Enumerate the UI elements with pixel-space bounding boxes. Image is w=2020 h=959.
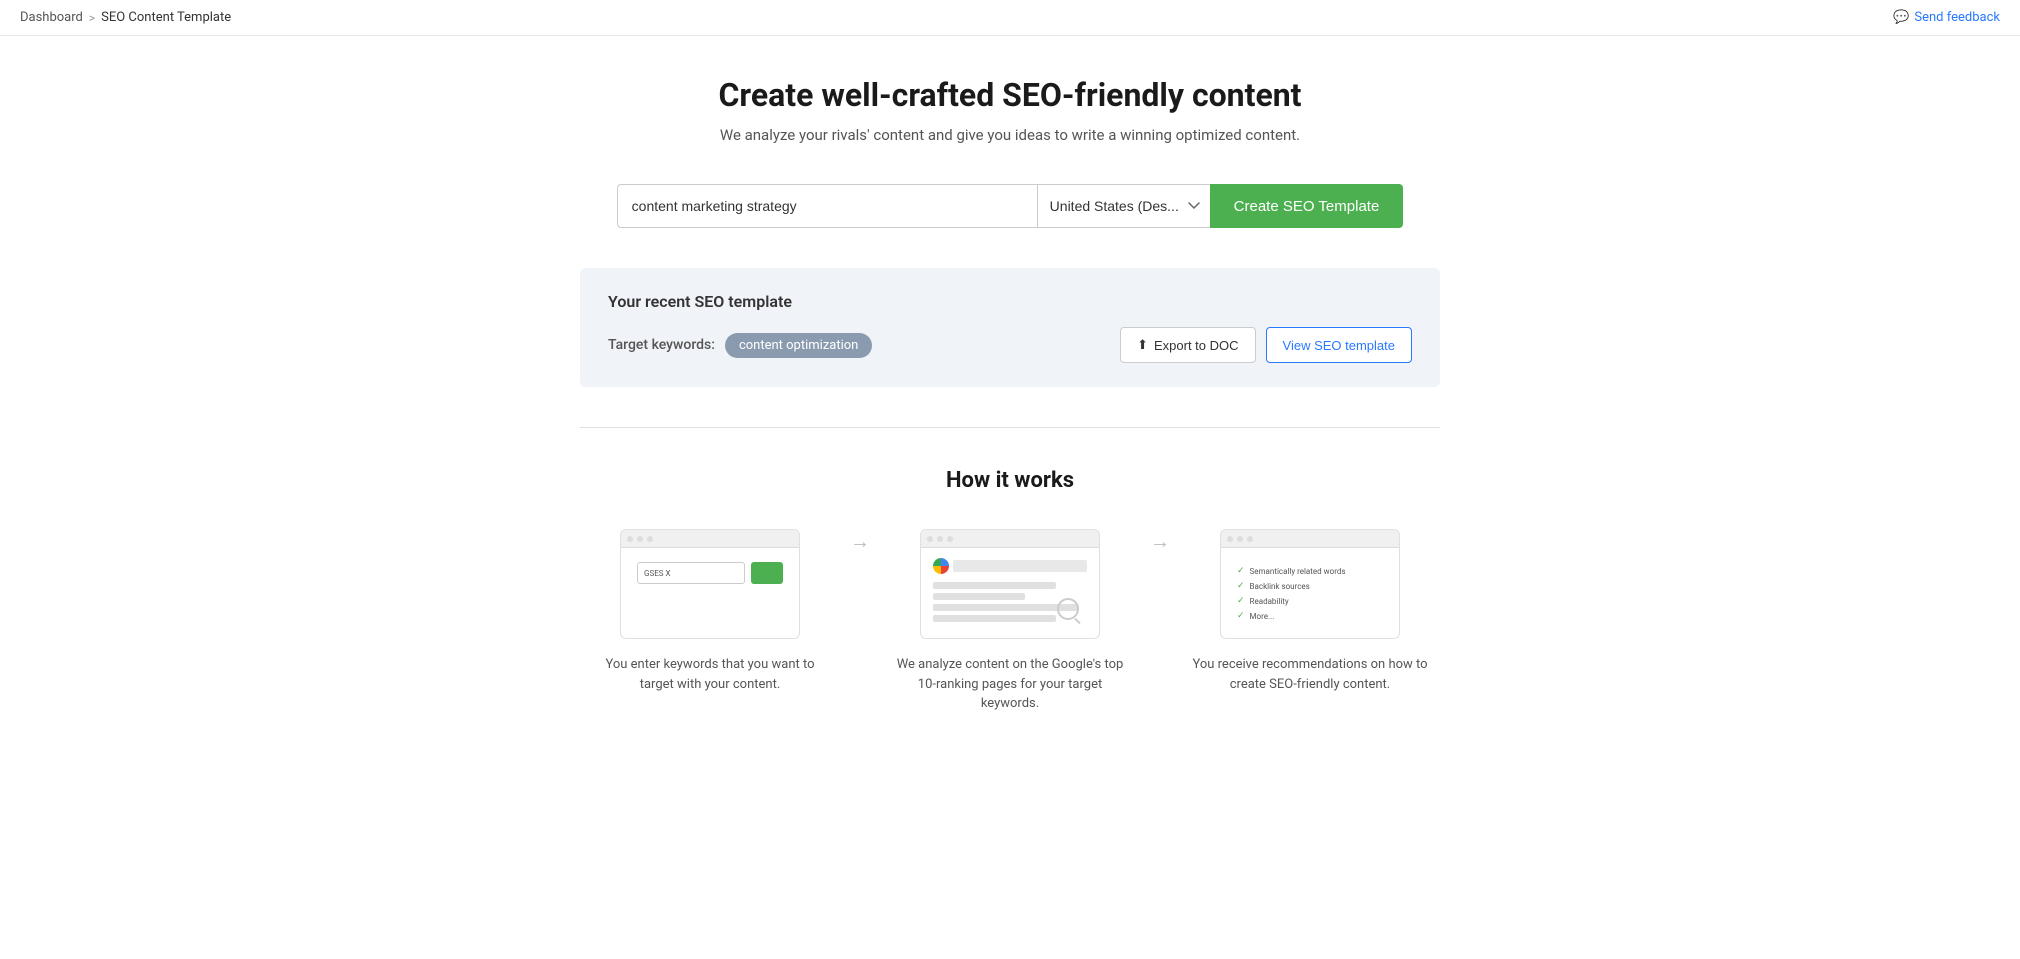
step-arrow-1: →: [840, 529, 880, 614]
create-seo-template-button[interactable]: Create SEO Template: [1210, 184, 1404, 228]
result-line-4: [933, 615, 1056, 622]
step-3-text: You receive recommendations on how to cr…: [1180, 655, 1440, 694]
check-label-4: More...: [1250, 612, 1275, 621]
step-arrow-2: →: [1140, 529, 1180, 614]
check-item-4: ✓ More...: [1237, 611, 1383, 621]
feedback-icon: 💬: [1893, 10, 1909, 25]
main-content: Create well-crafted SEO-friendly content…: [560, 36, 1460, 774]
hero-title: Create well-crafted SEO-friendly content: [580, 76, 1440, 114]
result-line-1: [933, 582, 1056, 589]
dot-2: [637, 536, 643, 542]
dot-7: [1227, 536, 1233, 542]
check-label-1: Semantically related words: [1250, 567, 1346, 576]
browser-body-2: [921, 548, 1099, 636]
feedback-label: Send feedback: [1914, 10, 2000, 25]
arrow-icon-1: →: [850, 529, 870, 554]
dot-8: [1237, 536, 1243, 542]
illus-search-row: GSES X: [637, 562, 783, 584]
export-to-doc-button[interactable]: ⬆ Export to DOC: [1120, 327, 1255, 363]
view-seo-template-button[interactable]: View SEO template: [1266, 327, 1412, 363]
check-icon-4: ✓: [1237, 611, 1245, 621]
breadcrumb: Dashboard > SEO Content Template: [20, 10, 231, 25]
step-1: GSES X You enter keywords that you want …: [580, 529, 840, 694]
check-item-3: ✓ Readability: [1237, 596, 1383, 606]
step-2-text: We analyze content on the Google's top 1…: [880, 655, 1140, 714]
check-icon-3: ✓: [1237, 596, 1245, 606]
send-feedback-link[interactable]: 💬 Send feedback: [1893, 10, 2000, 25]
titlebar-3: [1221, 530, 1399, 548]
browser-body-1: GSES X: [621, 548, 799, 598]
step-2-illustration: [920, 529, 1100, 639]
search-bar: United States (Des... United Kingdom Can…: [580, 184, 1440, 228]
browser-body-3: ✓ Semantically related words ✓ Backlink …: [1221, 548, 1399, 639]
hero-subtitle: We analyze your rivals' content and give…: [580, 126, 1440, 144]
step-3-illustration: ✓ Semantically related words ✓ Backlink …: [1220, 529, 1400, 639]
template-actions: ⬆ Export to DOC View SEO template: [1120, 327, 1412, 363]
breadcrumb-current: SEO Content Template: [101, 10, 231, 25]
check-label-2: Backlink sources: [1250, 582, 1310, 591]
country-select[interactable]: United States (Des... United Kingdom Can…: [1037, 184, 1210, 228]
recent-template-title: Your recent SEO template: [608, 292, 1412, 311]
export-label: Export to DOC: [1154, 338, 1239, 353]
titlebar-2: [921, 530, 1099, 548]
hero-section: Create well-crafted SEO-friendly content…: [580, 76, 1440, 144]
result-line-2: [933, 593, 1025, 600]
breadcrumb-separator: >: [89, 11, 95, 25]
dot-9: [1247, 536, 1253, 542]
titlebar-1: [621, 530, 799, 548]
google-logo: [933, 558, 1087, 574]
arrow-icon-2: →: [1150, 529, 1170, 554]
check-item-1: ✓ Semantically related words: [1237, 566, 1383, 576]
steps-row: GSES X You enter keywords that you want …: [580, 529, 1440, 714]
google-search-bar: [953, 560, 1087, 572]
check-label-3: Readability: [1250, 597, 1289, 606]
search-input[interactable]: [617, 184, 1037, 228]
check-item-2: ✓ Backlink sources: [1237, 581, 1383, 591]
google-circle: [933, 558, 949, 574]
browser-mock-3: ✓ Semantically related words ✓ Backlink …: [1221, 530, 1399, 638]
illus-search-text: GSES X: [644, 569, 671, 578]
country-select-wrapper: United States (Des... United Kingdom Can…: [1037, 184, 1210, 228]
top-bar: Dashboard > SEO Content Template 💬 Send …: [0, 0, 2020, 36]
step-3: ✓ Semantically related words ✓ Backlink …: [1180, 529, 1440, 694]
step-2: We analyze content on the Google's top 1…: [880, 529, 1140, 714]
section-divider: [580, 427, 1440, 428]
how-it-works-section: How it works GSES X: [580, 468, 1440, 714]
target-keywords-label: Target keywords:: [608, 337, 715, 353]
how-it-works-title: How it works: [580, 468, 1440, 493]
search-magnifier-icon: [1057, 598, 1079, 620]
target-keywords: Target keywords: content optimization: [608, 333, 872, 358]
recent-template-row: Target keywords: content optimization ⬆ …: [608, 327, 1412, 363]
browser-mock-2: [921, 530, 1099, 638]
step-1-illustration: GSES X: [620, 529, 800, 639]
dot-3: [647, 536, 653, 542]
keyword-badge: content optimization: [725, 333, 872, 358]
recent-template-section: Your recent SEO template Target keywords…: [580, 268, 1440, 387]
export-icon: ⬆: [1137, 337, 1148, 353]
dot-6: [947, 536, 953, 542]
check-icon-2: ✓: [1237, 581, 1245, 591]
dot-4: [927, 536, 933, 542]
dot-5: [937, 536, 943, 542]
breadcrumb-home[interactable]: Dashboard: [20, 10, 83, 25]
step-1-text: You enter keywords that you want to targ…: [580, 655, 840, 694]
checklist: ✓ Semantically related words ✓ Backlink …: [1237, 562, 1383, 630]
illus-green-button: [751, 562, 783, 584]
check-icon-1: ✓: [1237, 566, 1245, 576]
illus-search-box: GSES X: [637, 562, 745, 584]
browser-mock-1: GSES X: [621, 530, 799, 638]
dot-1: [627, 536, 633, 542]
